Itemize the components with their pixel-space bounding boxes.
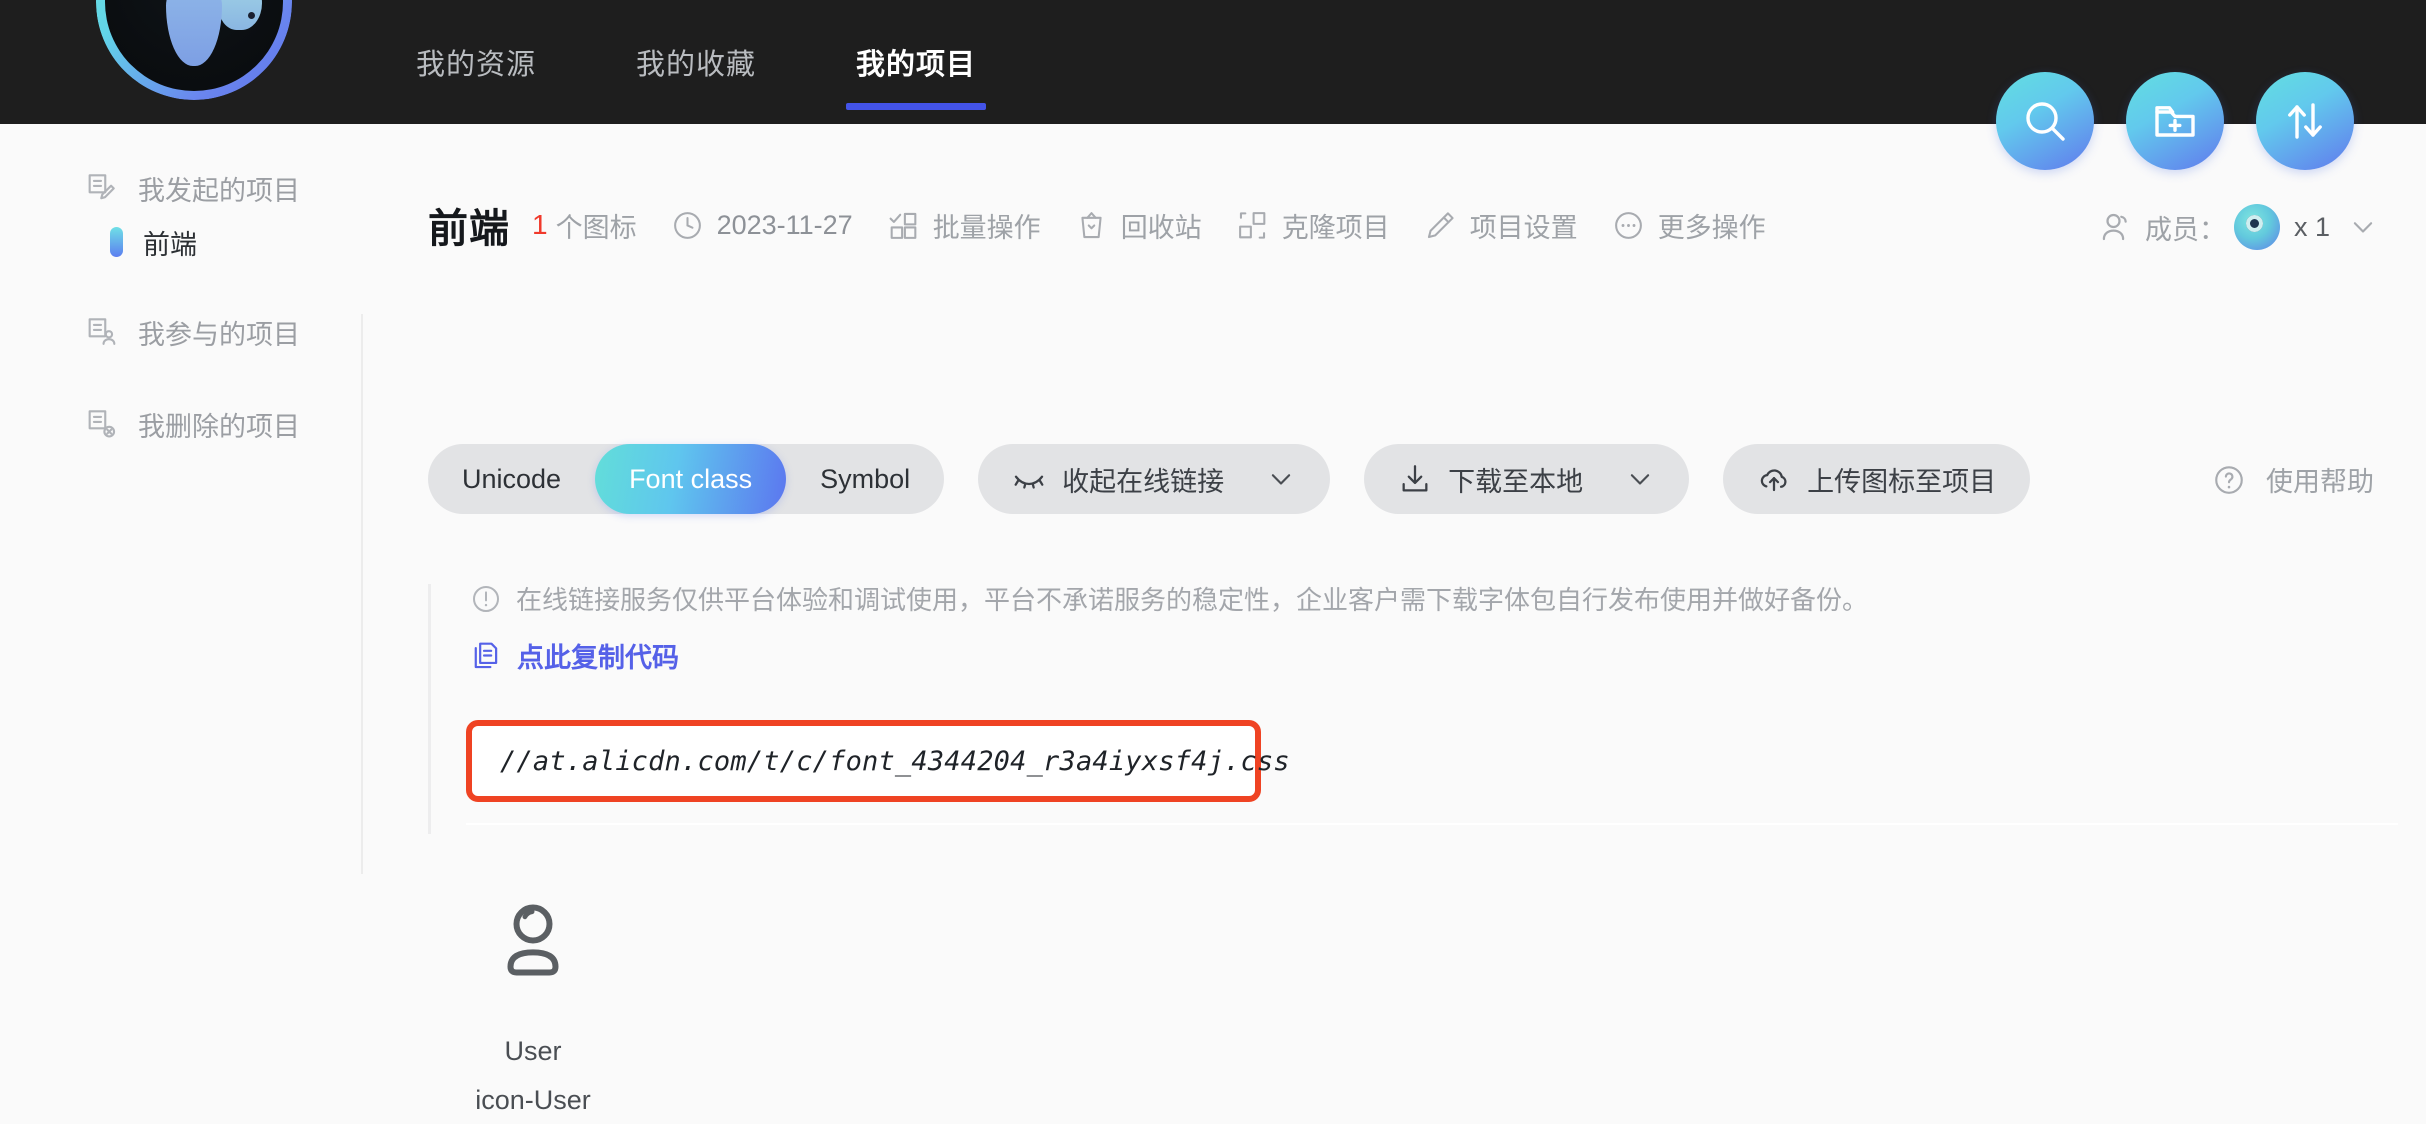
project-date-label: 2023-11-27 [716,209,853,240]
chevron-down-icon [1630,474,1650,485]
upload-cloud-icon [1760,469,1787,492]
page-title: 前端 [428,207,510,251]
more-actions-label: 更多操作 [1657,212,1766,243]
doc-edit-icon [88,174,115,200]
nav-tab-my-projects[interactable]: 我的项目 [846,0,987,124]
page-root: 我的资源 我的收藏 我的项目 我发起的项目 前端 我参与的项目 我删除的项目 前… [0,0,2426,1124]
project-settings-label: 项目设置 [1469,212,1578,243]
sidebar-item-my-created-projects[interactable]: 我发起的项目 [0,160,362,216]
tab-label: Unicode [462,463,562,494]
sidebar-item-label: 我删除的项目 [138,411,300,442]
recycle-bin-label: 回收站 [1120,212,1202,243]
ellipsis-icon [1614,211,1642,239]
icon-class-name: icon-User [475,1085,591,1115]
clone-project-label: 克隆项目 [1281,212,1390,243]
tab-label: Font class [629,463,753,494]
copy-code-link[interactable]: 点此复制代码 [470,636,679,675]
batch-select-icon [889,212,917,239]
download-icon [1402,465,1428,492]
tab-unicode[interactable]: Unicode [428,444,595,514]
download-to-local-label: 下载至本地 [1448,466,1584,497]
sidebar-sub-item-label: 前端 [143,229,197,260]
members-icon [2102,213,2127,241]
sidebar-item-my-deleted-projects[interactable]: 我删除的项目 [0,396,362,452]
online-link-url-box[interactable]: //at.alicdn.com/t/c/font_4344204_r3a4iyx… [466,720,1290,802]
content-area: 前端 1 个图标 2023-11-27 批量操作 回收站 克隆项目 项目设置 更… [400,124,2426,1124]
site-logo[interactable] [96,0,292,100]
usage-help-button[interactable]: 使用帮助 [2212,460,2374,499]
nav-tab-label: 我的资源 [416,49,537,81]
tab-symbol[interactable]: Symbol [786,444,944,514]
batch-operation-label: 批量操作 [932,212,1041,243]
download-to-local-button[interactable]: 下载至本地 [1364,444,1690,514]
main-nav: 我的资源 我的收藏 我的项目 [408,0,987,124]
avatar [2233,204,2280,250]
sidebar-item-label: 我参与的项目 [138,319,300,350]
copy-icon [474,642,498,669]
panel-left-rule [428,584,431,834]
members-control[interactable]: 成员： x 1 [2097,204,2378,250]
chevron-down-icon [1271,474,1291,485]
sidebar: 我发起的项目 前端 我参与的项目 我删除的项目 [0,124,363,1124]
sidebar-divider [361,314,363,874]
top-header-bar: 我的资源 我的收藏 我的项目 [0,0,2426,170]
online-link-url-text: //at.alicdn.com/t/c/font_4344204_r3a4iyx… [500,745,1290,777]
icon-grid: User icon-User [428,894,638,1116]
icon-count-unit: 个图标 [555,212,637,243]
panel-bottom-rule [466,823,2398,825]
pencil-icon [1427,211,1454,238]
icon-card[interactable]: User icon-User [428,894,638,1116]
nav-tab-label: 我的收藏 [636,49,757,81]
batch-operation-button[interactable]: 批量操作 [887,206,1041,245]
exclamation-circle-icon [473,585,499,612]
project-date: 2023-11-27 [671,209,853,242]
format-segmented-control: Unicode Font class Symbol [428,444,945,514]
trash-icon [1081,211,1102,238]
online-link-notice: 在线链接服务仅供平台体验和调试使用，平台不承诺服务的稳定性，企业客户需下载字体包… [470,580,1868,617]
doc-delete-icon [88,410,116,438]
logo-creature-icon [130,0,262,70]
usage-help-label: 使用帮助 [2266,467,2374,497]
more-actions-button[interactable]: 更多操作 [1612,206,1766,245]
chevron-down-icon[interactable] [2348,212,2378,242]
nav-tab-my-resources[interactable]: 我的资源 [408,0,544,124]
sidebar-item-my-joined-projects[interactable]: 我参与的项目 [0,304,362,360]
question-circle-icon [2215,465,2243,494]
doc-user-icon [88,318,116,345]
nav-tab-label: 我的项目 [856,49,977,81]
clock-icon [673,211,701,239]
recycle-bin-button[interactable]: 回收站 [1075,206,1202,245]
user-icon [507,904,559,976]
eye-closed-icon [1014,475,1044,489]
members-count: x 1 [2293,211,2330,242]
collapse-online-link-label: 收起在线链接 [1062,466,1225,497]
upload-icon-to-project-button[interactable]: 上传图标至项目 [1723,444,2031,514]
clone-project-button[interactable]: 克隆项目 [1236,206,1390,245]
tab-label: Symbol [820,463,911,494]
sidebar-item-project-frontend[interactable]: 前端 [0,216,362,268]
active-indicator-bar [110,227,123,257]
icon-display-name: User [504,1036,562,1066]
collapse-online-link-button[interactable]: 收起在线链接 [978,444,1331,514]
nav-tab-my-favorites[interactable]: 我的收藏 [628,0,764,124]
tab-font-class[interactable]: Font class [595,444,787,514]
upload-icon-to-project-label: 上传图标至项目 [1807,466,1997,497]
icon-format-toolbar: Unicode Font class Symbol 收起在线链接 下载至本地 上… [428,444,2064,514]
project-settings-button[interactable]: 项目设置 [1424,206,1578,245]
copy-code-label: 点此复制代码 [517,643,679,673]
members-label: 成员： [2144,214,2226,245]
icon-count: 1 [532,209,548,240]
online-link-notice-text: 在线链接服务仅供平台体验和调试使用，平台不承诺服务的稳定性，企业客户需下载字体包… [516,585,1869,615]
project-header: 前端 1 个图标 2023-11-27 批量操作 回收站 克隆项目 项目设置 更… [428,196,1800,254]
sidebar-item-label: 我发起的项目 [138,175,300,206]
clone-icon [1238,211,1266,239]
